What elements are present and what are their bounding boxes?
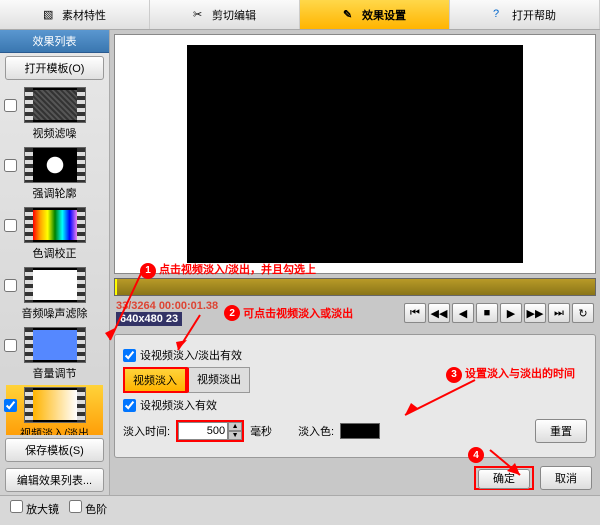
effect-label: 视频淡入/淡出 [8,425,101,435]
fade-panel: 设视频淡入/淡出有效 视频淡入 视频淡出 设视频淡入有效 3设置淡入与淡出的时间… [114,334,596,458]
sidebar: 效果列表 打开模板(O) 视频滤噪强调轮廓色调校正音频噪声滤除音量调节视频淡入/… [0,30,110,495]
cube-icon: ▧ [43,8,57,22]
stop-button[interactable]: ■ [476,303,498,323]
loop-button[interactable]: ↻ [572,303,594,323]
fade-time-row: 淡入时间: ▲▼ 毫秒 淡入色: 重置 [123,419,587,443]
effect-item-edge[interactable]: 强调轮廓 [6,145,103,203]
effect-item-volume[interactable]: 音量调节 [6,325,103,383]
fade-color-label: 淡入色: [298,423,334,439]
dialog-buttons: 确定 取消 [118,466,592,490]
help-icon: ? [493,8,507,22]
fade-tabs: 视频淡入 视频淡出 [123,367,587,393]
open-template-button[interactable]: 打开模板(O) [5,56,104,80]
tab-label: 剪切编辑 [212,7,256,23]
effect-label: 音量调节 [8,365,101,381]
time-spinner: ▲▼ [176,420,244,442]
effect-checkbox[interactable] [4,99,17,112]
effect-list: 视频滤噪强调轮廓色调校正音频噪声滤除音量调节视频淡入/淡出视频重置大小 [0,83,109,435]
timeline[interactable] [114,278,596,296]
scissors-icon: ✂ [193,8,207,22]
preview-video [187,45,523,264]
fwd-button[interactable]: ▶▶ [524,303,546,323]
enable-fade-in-label: 设视频淡入有效 [140,397,217,413]
annotation-4: 4 [468,447,487,463]
prev-button[interactable]: ◀◀ [428,303,450,323]
sidebar-header: 效果列表 [0,30,109,53]
top-tabs: ▧ 素材特性 ✂ 剪切编辑 ✎ 效果设置 ? 打开帮助 [0,0,600,30]
tab-help[interactable]: ? 打开帮助 [450,0,600,29]
tab-cut[interactable]: ✂ 剪切编辑 [150,0,300,29]
playback-controls: ⏮ ◀◀ ◀ ■ ▶ ▶▶ ⏭ ↻ [404,303,594,323]
tab-effects[interactable]: ✎ 效果设置 [300,0,450,29]
fade-color-picker[interactable] [340,423,380,439]
effect-thumb [24,207,86,243]
effect-thumb [24,327,86,363]
annotation-2: 2可点击视频淡入或淡出 [224,305,353,321]
time-input[interactable] [178,422,228,440]
tab-label: 素材特性 [62,7,106,23]
effect-thumb [24,267,86,303]
step-check[interactable]: 色阶 [69,500,107,517]
save-template-button[interactable]: 保存模板(S) [5,438,104,462]
effect-item-noise[interactable]: 视频滤噪 [6,85,103,143]
last-button[interactable]: ⏭ [548,303,570,323]
frame-info: 33/3264 00:00:01.38640x480 23 [116,300,218,326]
cancel-button[interactable]: 取消 [540,466,592,490]
content-area: 1点击视频淡入/淡出，并且勾选上 33/3264 00:00:01.38640x… [110,30,600,495]
unit-label: 毫秒 [250,423,272,439]
tab-fade-in[interactable]: 视频淡入 [123,367,187,393]
ok-button[interactable]: 确定 [478,469,530,489]
effect-label: 音频噪声滤除 [8,305,101,321]
time-label: 淡入时间: [123,423,170,439]
enable-fade-label: 设视频淡入/淡出有效 [140,347,242,363]
tab-material[interactable]: ▧ 素材特性 [0,0,150,29]
effect-label: 强调轮廓 [8,185,101,201]
effect-item-color[interactable]: 色调校正 [6,205,103,263]
reset-button[interactable]: 重置 [535,419,587,443]
effect-checkbox[interactable] [4,219,17,232]
info-bar: 33/3264 00:00:01.38640x480 23 2可点击视频淡入或淡… [114,298,596,328]
spin-down[interactable]: ▼ [228,431,242,440]
effect-checkbox[interactable] [4,399,17,412]
tab-label: 效果设置 [362,7,406,23]
note-icon: ✎ [343,8,357,22]
first-button[interactable]: ⏮ [404,303,426,323]
effect-checkbox[interactable] [4,159,17,172]
effect-checkbox[interactable] [4,339,17,352]
preview-pane [114,34,596,274]
effect-item-fade[interactable]: 视频淡入/淡出 [6,385,103,435]
play-button[interactable]: ▶ [500,303,522,323]
edit-effect-list-button[interactable]: 编辑效果列表... [5,468,104,492]
effect-thumb [24,87,86,123]
back-button[interactable]: ◀ [452,303,474,323]
enable-fade-in-checkbox[interactable] [123,399,136,412]
enable-fade-checkbox[interactable] [123,349,136,362]
spin-up[interactable]: ▲ [228,422,242,431]
effect-checkbox[interactable] [4,279,17,292]
tab-label: 打开帮助 [512,7,556,23]
effect-label: 色调校正 [8,245,101,261]
effect-thumb [24,387,86,423]
effect-label: 视频滤噪 [8,125,101,141]
effect-item-audio[interactable]: 音频噪声滤除 [6,265,103,323]
zoom-check[interactable]: 放大镜 [10,500,59,517]
effect-thumb [24,147,86,183]
tab-fade-out[interactable]: 视频淡出 [187,367,250,393]
bottom-bar: 放大镜 色阶 [0,495,600,521]
